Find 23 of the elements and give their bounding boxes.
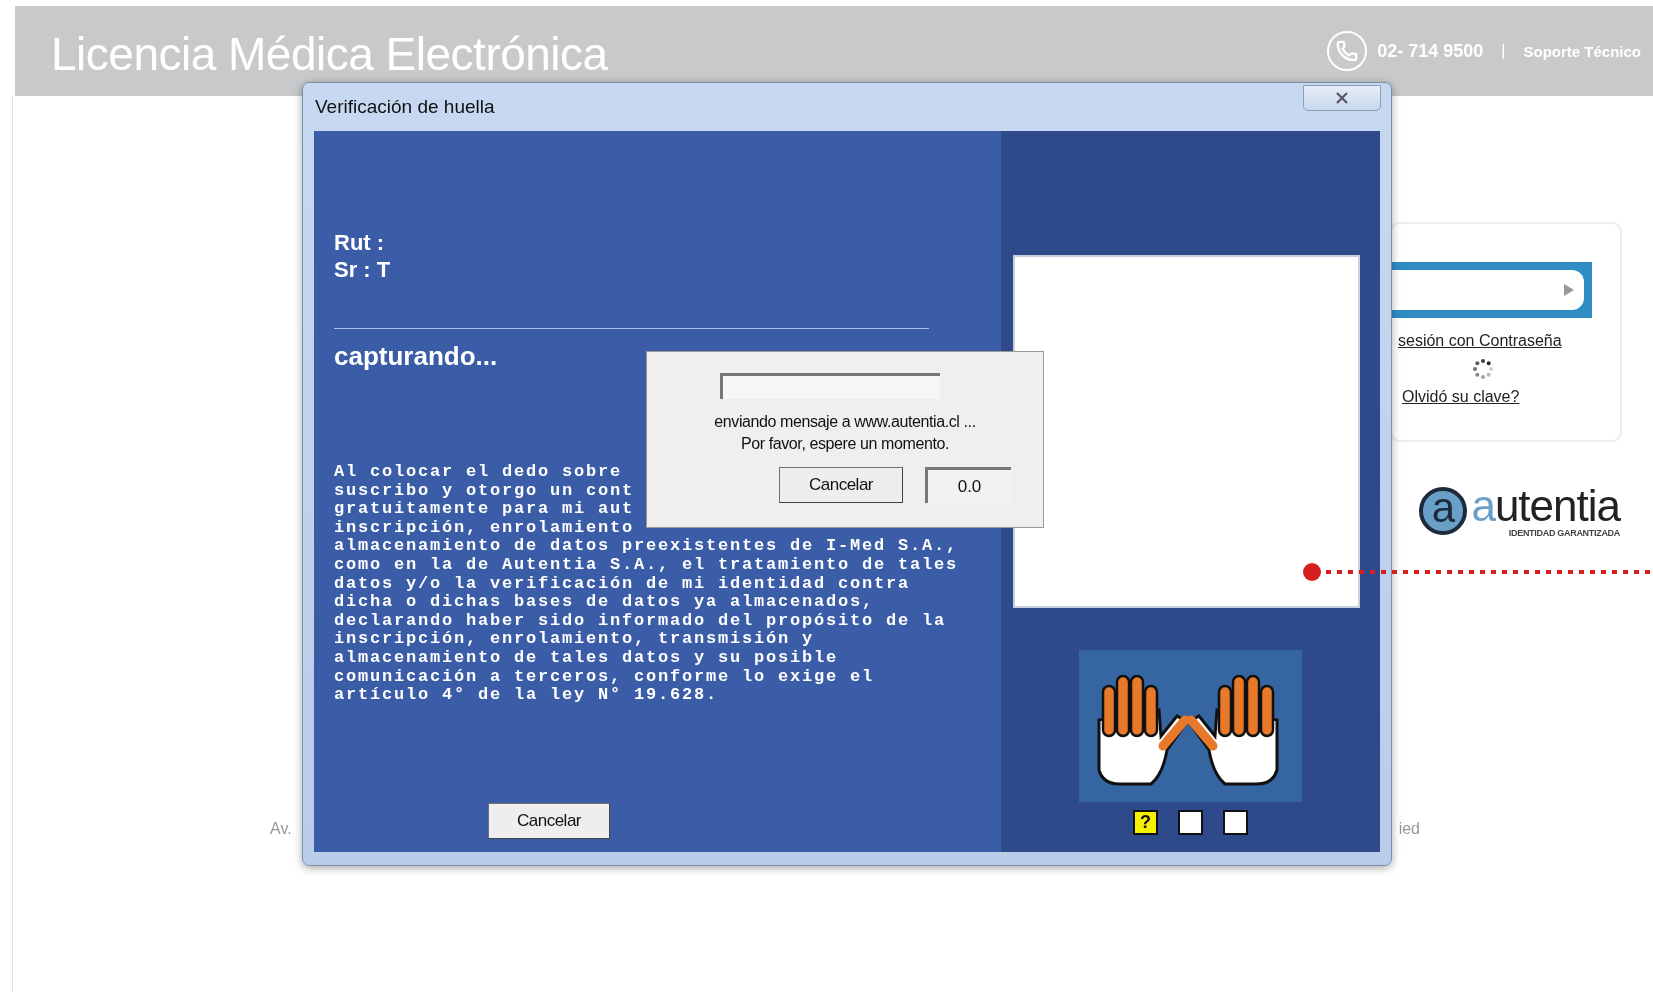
wait-message: Por favor, espere un momento. (740, 435, 950, 453)
sending-message: enviando mensaje a www.autentia.cl ... (714, 413, 976, 431)
name-label: Sr : T (334, 256, 392, 283)
close-icon (1335, 92, 1349, 104)
timer-field: 0.0 (925, 467, 1011, 503)
autentia-logo: a autentia IDENTIDAD GARANTIZADA (1419, 484, 1620, 538)
spinner-icon (1472, 358, 1494, 380)
separator: | (1501, 42, 1506, 60)
current-finger-marker: ? (1133, 810, 1158, 835)
phone-icon (1327, 31, 1368, 71)
footer-text: ied (1398, 820, 1420, 838)
consent-text: almacenamiento de datos preexistentes de I-Med S.A., como en la de Autentia S.A., el tratamiento de tales datos y/o la verificación de mi identidad contra dicha o dichas bases de datos ya almacenados, declarando haber sido informado del propósito de la inscripción, enrolamiento, transmisión y almacenamiento de tales datos y su posible comunicación a terceros, conforme lo exige el artículo 4° de la ley N° 19.628. (334, 537, 959, 705)
cancel-button[interactable]: Cancelar (779, 467, 903, 503)
arrow-icon (1564, 284, 1574, 296)
forgot-password-link[interactable]: Olvidó su clave? (1402, 388, 1520, 406)
address-text: Av. (270, 820, 292, 838)
cancel-button[interactable]: Cancelar (488, 803, 610, 839)
login-field[interactable] (1392, 262, 1592, 318)
password-login-link[interactable]: sesión con Contraseña (1398, 332, 1562, 350)
rut-label: Rut : (334, 229, 386, 256)
status-text: capturando... (334, 341, 499, 372)
close-button[interactable] (1303, 85, 1381, 111)
dialog-title: Verificación de huella (315, 96, 495, 118)
